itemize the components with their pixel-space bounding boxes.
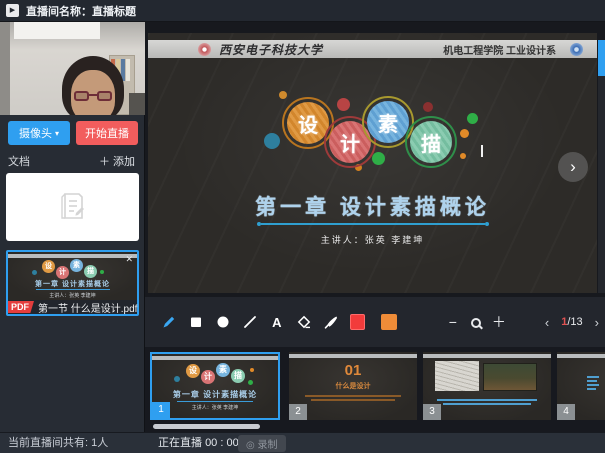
university-name: 西安电子科技大学 xyxy=(219,41,323,58)
sidebar: 摄像头 ▾ 开始直播 文档 ＋ 添加 设 计 素 xyxy=(0,22,145,432)
thumb-number-badge: 2 xyxy=(289,404,307,420)
chevron-right-icon: › xyxy=(570,157,576,176)
slide-thumb-1[interactable]: 设 计 素 描 第一章 设计素描概论 主讲人：张英 李建坤 1 xyxy=(150,352,280,420)
live-room-icon: ▶ xyxy=(6,4,19,17)
slide-thumb-4[interactable]: 4 xyxy=(557,352,605,420)
magnifier-icon[interactable] xyxy=(471,318,481,328)
close-icon[interactable]: ✕ xyxy=(125,254,133,265)
zoom-out-icon[interactable]: − xyxy=(445,314,461,330)
webcam-preview xyxy=(0,22,145,115)
line-tool-icon[interactable] xyxy=(242,314,258,330)
annotation-toolbar: A − ＋ ‹ 1/13 › xyxy=(145,297,605,347)
record-icon: ◎ xyxy=(246,440,255,451)
person-glasses xyxy=(74,91,112,102)
stream-controls: 摄像头 ▾ 开始直播 xyxy=(0,120,145,146)
pen-tool-icon[interactable] xyxy=(161,314,177,330)
slide-thumb-2[interactable]: 01 什么是设计 2 xyxy=(289,352,417,420)
text-cursor xyxy=(481,145,483,157)
deco-dot xyxy=(372,152,385,165)
webcam-window xyxy=(14,22,100,39)
slide-thumb-3[interactable]: 3 xyxy=(423,352,551,420)
deco-dot xyxy=(279,91,287,99)
color-swatch-orange[interactable] xyxy=(381,314,397,330)
title-circle-miao: 描 xyxy=(410,121,452,163)
whiteboard-doc-card[interactable] xyxy=(6,173,139,241)
eraser-tool-icon[interactable] xyxy=(296,314,312,330)
chapter-title: 第一章 设计素描概论 xyxy=(148,191,597,221)
documents-header: 文档 ＋ 添加 xyxy=(0,151,145,169)
thumb2-big-number: 01 xyxy=(289,362,417,379)
viewer-count: 当前直播间共有: 1人 xyxy=(8,433,108,453)
status-bar: 当前直播间共有: 1人 正在直播 00 : 00 : 00 ◎ 录制 xyxy=(0,432,605,453)
thumb-number-badge: 4 xyxy=(557,404,575,420)
chapter-underline xyxy=(261,223,485,225)
live-stream-app: ▶ 直播间名称：直播标题 摄像头 ▾ xyxy=(0,0,605,453)
color-swatch-red[interactable] xyxy=(350,314,366,330)
university-seal-blue-icon xyxy=(570,43,583,56)
thumb3-painting-image xyxy=(483,363,537,391)
deco-dot xyxy=(460,153,466,159)
webcam-wall xyxy=(0,22,10,115)
presenter-line: 主讲人：张英 李建坤 xyxy=(148,233,597,246)
page-indicator: 1/13 xyxy=(561,316,582,328)
pdf-doc-card[interactable]: 设 计 素 描 第一章 设计素描概论 主讲人：张英 李建坤 ✕ PDF 第一节 … xyxy=(6,250,139,316)
page-navigator: ‹ 1/13 › xyxy=(539,315,605,330)
slide-blackboard: 西安电子科技大学 机电工程学院 工业设计系 设 计 素 描 第一章 设计素描概论… xyxy=(148,33,597,293)
record-button[interactable]: ◎ 录制 xyxy=(238,435,286,452)
rectangle-tool-icon[interactable] xyxy=(188,314,204,330)
room-title: 直播间名称：直播标题 xyxy=(26,3,136,19)
slide-scrollbar-track[interactable] xyxy=(598,40,605,293)
deco-dot xyxy=(460,129,469,138)
zoom-controls: − ＋ xyxy=(445,314,515,330)
department-name: 机电工程学院 工业设计系 xyxy=(443,42,556,57)
thumb-number-badge: 3 xyxy=(423,404,441,420)
plus-icon: ＋ xyxy=(99,156,110,168)
prev-page-icon[interactable]: ‹ xyxy=(539,315,555,330)
chevron-down-icon: ▾ xyxy=(55,129,59,138)
deco-dot xyxy=(337,98,350,111)
thumb-number-badge: 1 xyxy=(152,402,170,418)
brush-clear-icon[interactable] xyxy=(323,314,339,330)
topbar: ▶ 直播间名称：直播标题 xyxy=(0,0,605,22)
start-live-button[interactable]: 开始直播 xyxy=(76,121,138,145)
play-icon: ▶ xyxy=(10,7,15,14)
documents-label: 文档 xyxy=(8,153,30,169)
pdf-badge: PDF xyxy=(8,301,34,313)
zoom-in-icon[interactable]: ＋ xyxy=(491,314,507,330)
slide-header-band: 西安电子科技大学 机电工程学院 工业设计系 xyxy=(148,40,597,58)
slide-scrollbar-thumb[interactable] xyxy=(598,40,605,76)
slide-thumbnails: 设 计 素 描 第一章 设计素描概论 主讲人：张英 李建坤 1 01 什么是设计… xyxy=(145,347,605,432)
webcam-desk-object xyxy=(129,93,145,115)
thumb2-caption: 什么是设计 xyxy=(289,381,417,391)
camera-button[interactable]: 摄像头 ▾ xyxy=(8,121,70,145)
deco-dot xyxy=(467,113,478,124)
title-circle-she: 设 xyxy=(287,102,329,144)
pdf-filename: 第一节 什么是设计.pdf xyxy=(38,300,137,315)
deco-dot xyxy=(423,102,433,112)
pdf-label-bar: PDF 第一节 什么是设计.pdf xyxy=(8,300,137,314)
document-icon xyxy=(53,187,93,227)
university-seal-red-icon xyxy=(198,43,211,56)
next-slide-button[interactable]: › xyxy=(558,152,588,182)
title-circle-su: 素 xyxy=(367,101,409,143)
deco-dot xyxy=(264,133,280,149)
pdf-thumbnail-image: 设 计 素 描 第一章 设计素描概论 主讲人：张英 李建坤 xyxy=(8,252,137,300)
slide-canvas[interactable]: 西安电子科技大学 机电工程学院 工业设计系 设 计 素 描 第一章 设计素描概论… xyxy=(145,22,605,297)
thumbnails-scrollbar[interactable] xyxy=(153,424,260,429)
add-document-button[interactable]: ＋ 添加 xyxy=(99,153,135,169)
thumb3-sketch-image xyxy=(435,361,479,391)
ellipse-tool-icon[interactable] xyxy=(215,314,231,330)
next-page-icon[interactable]: › xyxy=(589,315,605,330)
text-tool-icon[interactable]: A xyxy=(269,314,285,330)
